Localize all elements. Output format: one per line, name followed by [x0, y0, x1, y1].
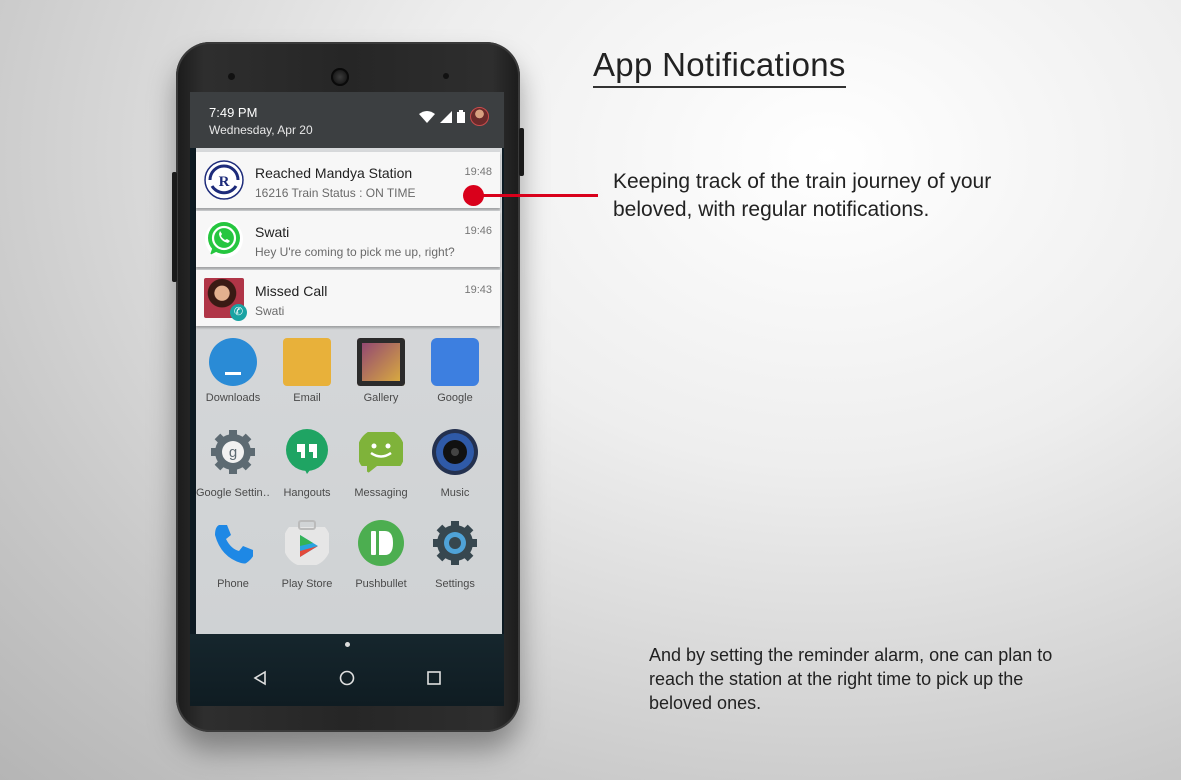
- proximity-sensor: [443, 73, 449, 79]
- phone-screen: 7:49 PM Wednesday, Apr 20 R Reached Mand…: [190, 92, 504, 706]
- app-label: Messaging: [354, 487, 408, 499]
- app-label: Play Store: [281, 578, 333, 590]
- phone-icon: [215, 525, 253, 564]
- page-indicator: [345, 642, 350, 647]
- notification-header: 7:49 PM Wednesday, Apr 20: [190, 92, 504, 148]
- wifi-icon: [419, 110, 435, 123]
- back-icon[interactable]: [252, 670, 268, 686]
- callout-marker: [463, 185, 484, 206]
- app-label: Music: [440, 487, 470, 499]
- app-label: Hangouts: [283, 487, 331, 499]
- irctc-logo-icon: R: [204, 160, 244, 200]
- page-title: App Notifications: [593, 46, 846, 88]
- battery-icon: [457, 110, 465, 123]
- app-label: Gallery: [363, 392, 399, 404]
- app-label: Phone: [217, 578, 249, 590]
- svg-text:g: g: [229, 444, 237, 461]
- music-icon: [432, 429, 478, 475]
- recents-icon[interactable]: [427, 671, 441, 685]
- google-icon: [431, 338, 479, 386]
- description-reminder: And by setting the reminder alarm, one c…: [649, 645, 1053, 713]
- app-downloads[interactable]: Downloads: [196, 338, 270, 404]
- notification-time: 19:48: [464, 166, 492, 178]
- app-label: Pushbullet: [355, 578, 407, 590]
- phone-device: 7:49 PM Wednesday, Apr 20 R Reached Mand…: [172, 42, 524, 732]
- notification-missed-call[interactable]: ✆ Missed Call Swati 19:43: [196, 270, 500, 326]
- volume-button: [172, 172, 177, 282]
- phone-call-icon: ✆: [230, 304, 247, 321]
- notification-title: Swati: [255, 224, 290, 240]
- notification-train-status[interactable]: R Reached Mandya Station 16216 Train Sta…: [196, 152, 500, 208]
- signal-icon: [440, 110, 452, 123]
- downloads-icon: [209, 338, 257, 386]
- app-label: Google: [437, 392, 473, 404]
- app-pushbullet[interactable]: Pushbullet: [344, 519, 418, 590]
- navigation-bar: [190, 634, 504, 706]
- app-messaging[interactable]: Messaging: [344, 428, 418, 499]
- app-label: Email: [293, 392, 321, 404]
- pushbullet-icon: [358, 520, 404, 566]
- app-hangouts[interactable]: Hangouts: [270, 428, 344, 499]
- notification-text: 16216 Train Status : ON TIME: [255, 186, 416, 200]
- app-google-settings[interactable]: g Google Settin…: [196, 428, 270, 499]
- front-camera: [331, 68, 349, 86]
- gallery-icon: [357, 338, 405, 386]
- callout-line: [474, 194, 598, 197]
- app-label: Downloads: [205, 392, 261, 404]
- notification-whatsapp-message[interactable]: Swati Hey U're coming to pick me up, rig…: [196, 211, 500, 267]
- messaging-icon: [359, 432, 403, 474]
- user-avatar[interactable]: [470, 107, 489, 126]
- home-icon[interactable]: [339, 670, 355, 686]
- notification-title: Missed Call: [255, 283, 328, 299]
- status-icons: [419, 107, 489, 126]
- whatsapp-icon: [205, 220, 243, 258]
- power-button: [519, 128, 524, 176]
- email-icon: [283, 338, 331, 386]
- front-sensor: [228, 73, 235, 80]
- svg-text:R: R: [219, 174, 230, 190]
- play-store-icon: [285, 520, 329, 565]
- status-time: 7:49 PM: [209, 105, 258, 120]
- status-date: Wednesday, Apr 20: [209, 123, 313, 137]
- contact-photo: ✆: [204, 278, 247, 321]
- notification-time: 19:46: [464, 225, 492, 237]
- app-google[interactable]: Google: [418, 338, 492, 404]
- notification-time: 19:43: [464, 284, 492, 296]
- app-label: Google Settin…: [196, 487, 270, 499]
- app-email[interactable]: Email: [270, 338, 344, 404]
- app-settings[interactable]: Settings: [418, 519, 492, 590]
- app-play-store[interactable]: Play Store: [270, 519, 344, 590]
- google-settings-icon: g: [211, 430, 255, 474]
- notification-text: Swati: [255, 304, 285, 318]
- hangouts-icon: [286, 429, 328, 474]
- app-label: Settings: [435, 578, 475, 590]
- description-notifications: Keeping track of the train journey of yo…: [613, 170, 992, 221]
- notification-title: Reached Mandya Station: [255, 165, 413, 181]
- app-gallery[interactable]: Gallery: [344, 338, 418, 404]
- app-phone[interactable]: Phone: [196, 519, 270, 590]
- settings-icon: [433, 521, 477, 565]
- app-music[interactable]: Music: [418, 428, 492, 499]
- notification-text: Hey U're coming to pick me up, right?: [255, 245, 455, 259]
